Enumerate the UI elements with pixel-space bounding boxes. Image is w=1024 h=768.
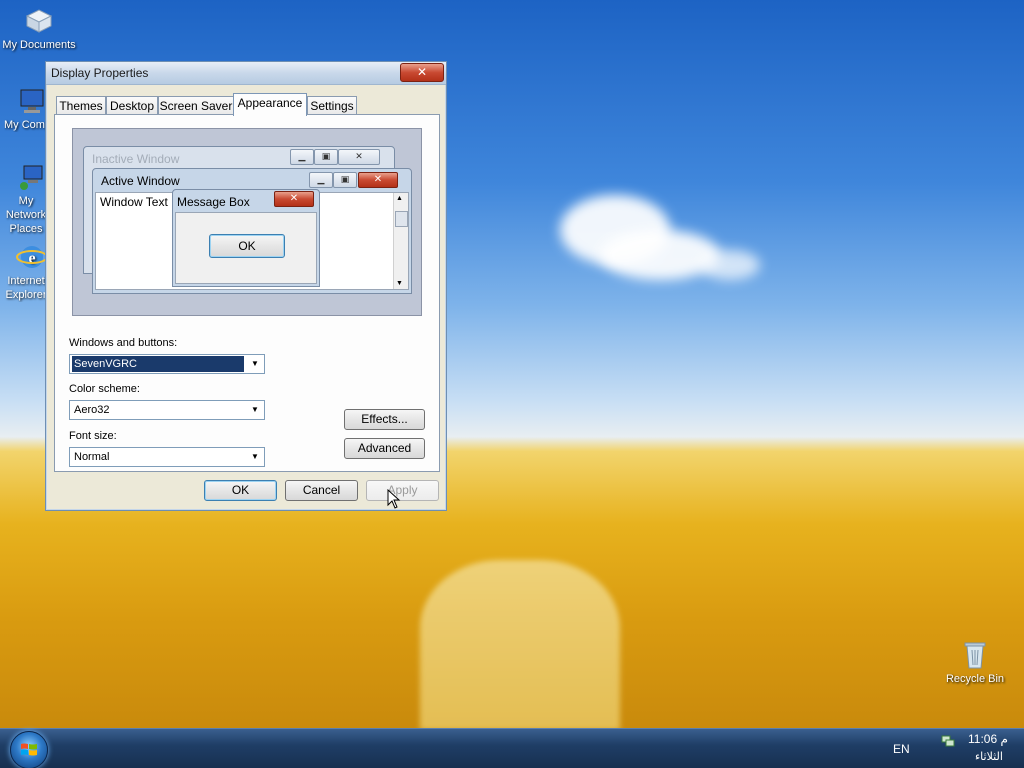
close-button[interactable]: ✕: [400, 63, 444, 82]
message-box-title: Message Box: [177, 195, 250, 209]
button-label: Cancel: [302, 483, 341, 497]
appearance-panel: Inactive Window ▁ ▣ ✕ Active Window ▁ ▣ …: [54, 114, 440, 472]
cloud: [700, 250, 760, 280]
computer-icon: [16, 86, 48, 116]
desktop-icon-label: Internet Explorer: [5, 275, 47, 301]
button-label: Advanced: [357, 441, 412, 455]
cloud: [600, 230, 720, 280]
maximize-icon: ▣: [333, 172, 357, 188]
scroll-down-icon: ▼: [396, 280, 403, 287]
desktop-icon-my-documents[interactable]: My Documents: [1, 6, 77, 52]
tab-screen-saver[interactable]: Screen Saver: [158, 96, 234, 115]
display-properties-dialog: Display Properties ✕ Themes Desktop Scre…: [45, 61, 447, 511]
close-icon: ✕: [338, 149, 380, 165]
select-value: Aero32: [74, 404, 110, 416]
button-label: OK: [238, 239, 256, 253]
desktop-icon-label: My Computer: [4, 119, 48, 131]
inactive-window-title: Inactive Window: [92, 152, 180, 166]
active-window-title: Active Window: [101, 174, 180, 188]
recycle-bin-icon: [959, 640, 991, 670]
message-box-body: OK: [175, 212, 317, 284]
desktop-icon-label: My Network Places: [5, 195, 47, 235]
windows-and-buttons-label: Windows and buttons:: [69, 337, 178, 349]
window-text: Window Text: [100, 195, 168, 209]
minimize-icon: ▁: [309, 172, 333, 188]
chevron-down-icon: ▼: [251, 452, 259, 461]
select-value: Normal: [74, 451, 110, 463]
tab-themes[interactable]: Themes: [56, 96, 106, 115]
field-path: [420, 560, 620, 728]
tab-label: Desktop: [109, 99, 155, 113]
button-label: Effects...: [361, 412, 408, 426]
advanced-button[interactable]: Advanced: [344, 438, 425, 459]
tab-label: Appearance: [237, 96, 303, 110]
chevron-down-icon: ▼: [251, 359, 259, 368]
svg-text:e: e: [28, 250, 35, 267]
font-size-select[interactable]: Normal ▼: [69, 447, 265, 467]
minimize-icon: ▁: [290, 149, 314, 165]
desktop-icon-recycle-bin[interactable]: Recycle Bin: [937, 640, 1013, 686]
dialog-title: Display Properties: [51, 66, 149, 80]
close-icon: ✕: [358, 172, 398, 188]
preview-scrollbar: ▲ ▼: [393, 193, 408, 289]
ok-button[interactable]: OK: [204, 480, 277, 501]
tab-appearance[interactable]: Appearance: [233, 93, 307, 116]
clock-time[interactable]: 11:06 م: [968, 732, 1008, 746]
apply-button[interactable]: Apply: [366, 480, 439, 501]
tab-label: Screen Saver: [159, 99, 233, 113]
clock-day[interactable]: الثلاثاء: [975, 750, 1003, 763]
taskbar: EN 11:06 م الثلاثاء: [0, 728, 1024, 768]
preview-message-box: Message Box ✕ OK: [172, 189, 320, 287]
effects-button[interactable]: Effects...: [344, 409, 425, 430]
chevron-down-icon: ▼: [251, 405, 259, 414]
color-scheme-label: Color scheme:: [69, 383, 140, 395]
desktop-icon-label: Recycle Bin: [945, 673, 1005, 685]
select-value: SevenVGRC: [72, 356, 244, 372]
internet-explorer-icon: e: [16, 242, 48, 272]
windows-logo-icon: [21, 743, 37, 756]
network-tray-icon[interactable]: [941, 734, 955, 748]
tab-label: Themes: [59, 99, 103, 113]
close-icon: ✕: [274, 191, 314, 207]
start-button[interactable]: [10, 731, 48, 768]
language-indicator[interactable]: EN: [893, 742, 910, 756]
maximize-icon: ▣: [314, 149, 338, 165]
close-icon: ✕: [416, 65, 428, 79]
folder-documents-icon: [23, 6, 55, 36]
button-label: OK: [231, 483, 250, 497]
scroll-up-icon: ▲: [396, 195, 403, 202]
tab-label: Settings: [310, 99, 354, 113]
cancel-button[interactable]: Cancel: [285, 480, 358, 501]
tab-desktop[interactable]: Desktop: [106, 96, 158, 115]
dialog-titlebar[interactable]: Display Properties ✕: [46, 62, 446, 85]
font-size-label: Font size:: [69, 430, 117, 442]
color-scheme-select[interactable]: Aero32 ▼: [69, 400, 265, 420]
scroll-thumb: [395, 211, 408, 227]
desktop-icon-label: My Documents: [2, 39, 76, 51]
message-box-ok-button: OK: [209, 234, 285, 258]
tab-settings[interactable]: Settings: [307, 96, 357, 115]
windows-and-buttons-select[interactable]: SevenVGRC ▼: [69, 354, 265, 374]
appearance-preview: Inactive Window ▁ ▣ ✕ Active Window ▁ ▣ …: [72, 128, 422, 316]
network-icon: [16, 162, 48, 192]
